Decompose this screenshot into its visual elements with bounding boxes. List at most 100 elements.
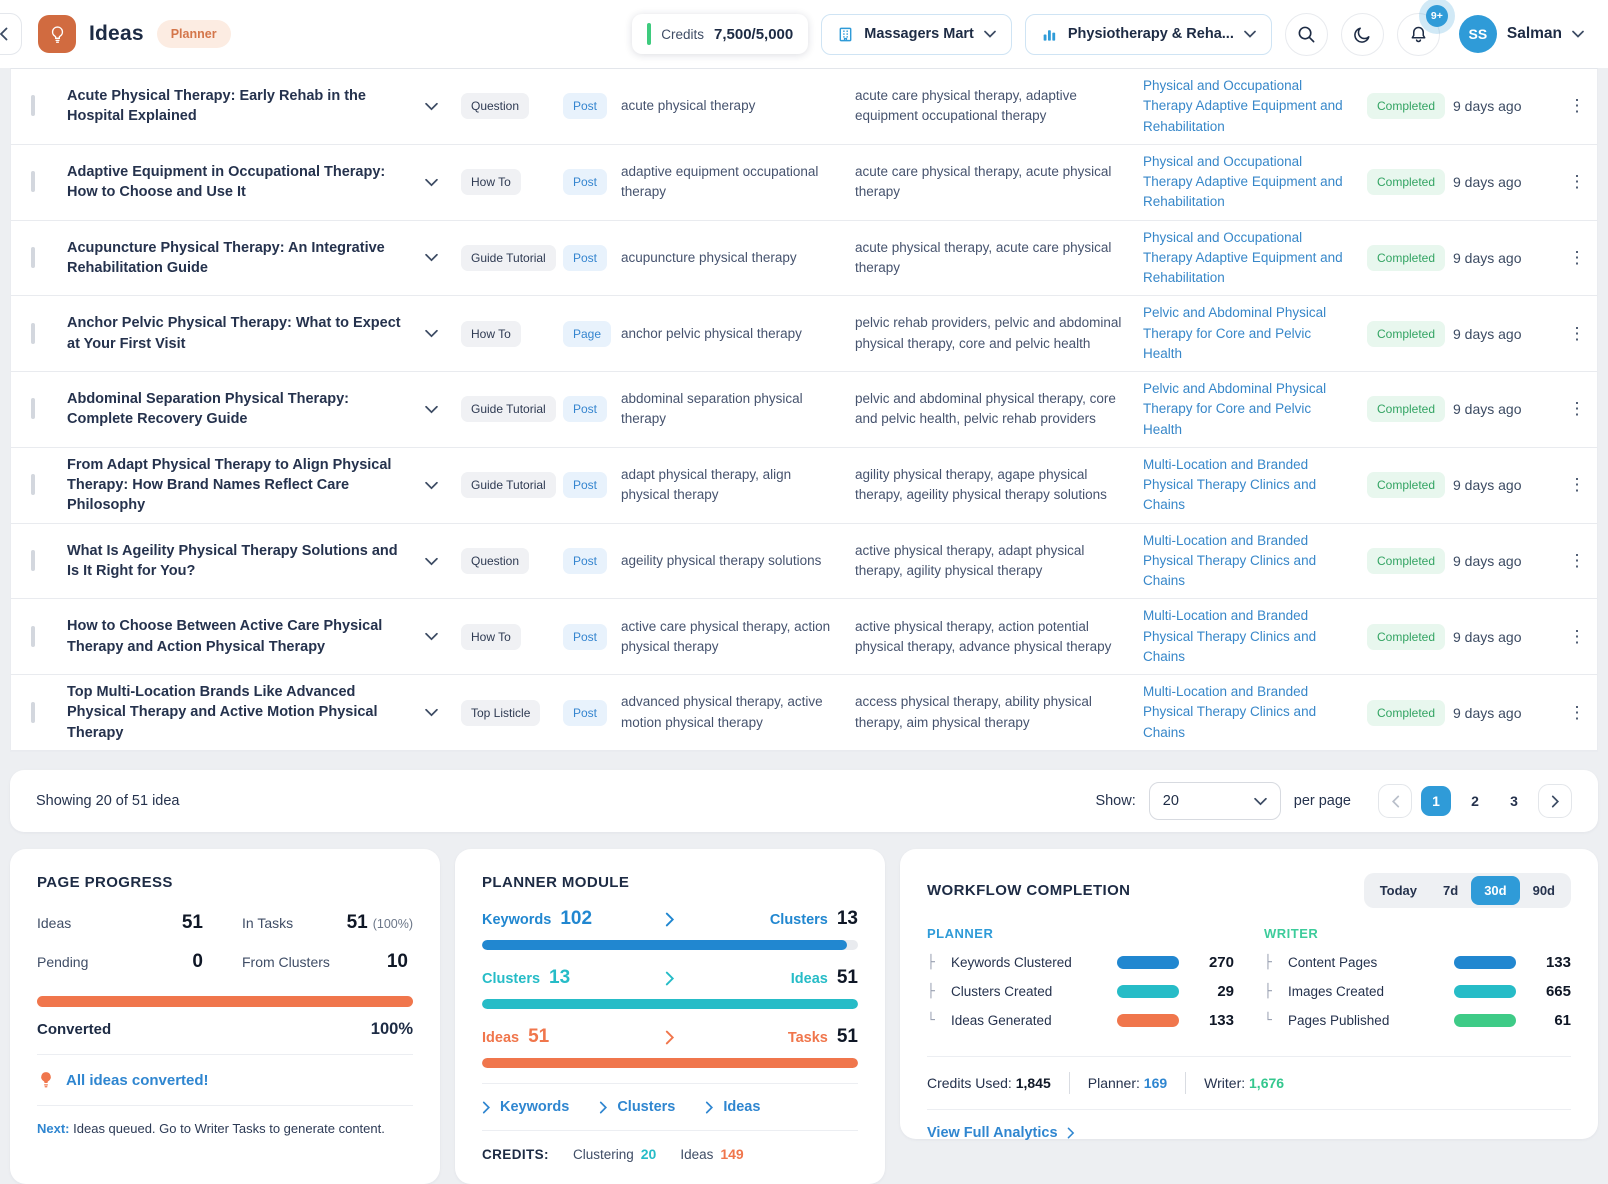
idea-title[interactable]: Adaptive Equipment in Occupational Thera… [67, 162, 425, 203]
divider [482, 1083, 858, 1084]
dark-mode-button[interactable] [1341, 13, 1384, 56]
cluster-link[interactable]: Multi-Location and Branded Physical Ther… [1143, 682, 1367, 743]
prev-page-button[interactable] [1378, 784, 1412, 818]
lightbulb-icon [37, 1070, 55, 1090]
next-text: Ideas queued. Go to Writer Tasks to gene… [73, 1121, 385, 1136]
divider [37, 1105, 413, 1106]
cluster-link[interactable]: Multi-Location and Branded Physical Ther… [1143, 455, 1367, 516]
next-step-hint: Next: Ideas queued. Go to Writer Tasks t… [37, 1121, 413, 1136]
page-number-button[interactable]: 1 [1421, 786, 1451, 816]
status-badge: Completed [1367, 396, 1445, 422]
table-row: From Adapt Physical Therapy to Align Phy… [11, 448, 1597, 524]
idea-title[interactable]: How to Choose Between Active Care Physic… [67, 616, 425, 657]
planner-quick-link[interactable]: Ideas [705, 1099, 760, 1115]
flow-progress-track [482, 940, 858, 950]
row-menu-button[interactable]: ⋮ [1557, 627, 1597, 647]
primary-keyword: adapt physical therapy, align physical t… [621, 465, 855, 506]
range-option[interactable]: 30d [1471, 876, 1519, 905]
related-keywords: pelvic and abdominal physical therapy, c… [855, 389, 1143, 430]
table-row: Abdominal Separation Physical Therapy: C… [11, 372, 1597, 448]
row-checkbox[interactable] [31, 95, 35, 116]
range-option[interactable]: Today [1367, 876, 1430, 905]
next-page-button[interactable] [1538, 784, 1572, 818]
page-number-button[interactable]: 3 [1499, 786, 1529, 816]
workflow-metric-row: ├ Keywords Clustered 270 [927, 954, 1234, 971]
table-row: Adaptive Equipment in Occupational Thera… [11, 145, 1597, 221]
flow-to-label[interactable]: Tasks [788, 1030, 828, 1046]
row-expand-chevron[interactable] [425, 708, 461, 717]
flow-to-label[interactable]: Ideas [791, 971, 828, 987]
row-menu-button[interactable]: ⋮ [1557, 703, 1597, 723]
page-size-select[interactable]: 20 [1149, 782, 1281, 820]
row-checkbox[interactable] [31, 247, 35, 268]
row-expand-chevron[interactable] [425, 557, 461, 566]
cluster-link[interactable]: Pelvic and Abdominal Physical Therapy fo… [1143, 379, 1367, 440]
cluster-link[interactable]: Multi-Location and Branded Physical Ther… [1143, 531, 1367, 592]
row-checkbox[interactable] [31, 702, 35, 723]
chevron-left-icon [1391, 795, 1400, 808]
idea-title[interactable]: Top Multi-Location Brands Like Advanced … [67, 682, 425, 743]
content-type-badge: Guide Tutorial [461, 472, 556, 498]
row-menu-button[interactable]: ⋮ [1557, 399, 1597, 419]
user-menu[interactable]: SS Salman [1459, 15, 1584, 53]
idea-title[interactable]: From Adapt Physical Therapy to Align Phy… [67, 455, 425, 516]
row-menu-button[interactable]: ⋮ [1557, 475, 1597, 495]
row-expand-chevron[interactable] [425, 481, 461, 490]
cluster-link[interactable]: Pelvic and Abdominal Physical Therapy fo… [1143, 303, 1367, 364]
page-progress-title: PAGE PROGRESS [37, 874, 413, 891]
idea-title[interactable]: Acute Physical Therapy: Early Rehab in t… [67, 86, 425, 127]
row-checkbox[interactable] [31, 398, 35, 419]
flow-chevron-right-icon [665, 971, 675, 986]
view-full-analytics-link[interactable]: View Full Analytics [927, 1125, 1571, 1141]
search-button[interactable] [1285, 13, 1328, 56]
idea-title[interactable]: What Is Ageility Physical Therapy Soluti… [67, 541, 425, 582]
row-checkbox[interactable] [31, 626, 35, 647]
flow-to-label[interactable]: Clusters [770, 912, 828, 928]
idea-title[interactable]: Anchor Pelvic Physical Therapy: What to … [67, 313, 425, 354]
row-checkbox[interactable] [31, 550, 35, 571]
flow-from-label[interactable]: Ideas [482, 1030, 519, 1046]
back-button[interactable] [0, 13, 22, 55]
cluster-link[interactable]: Physical and Occupational Therapy Adapti… [1143, 152, 1367, 213]
cluster-link[interactable]: Multi-Location and Branded Physical Ther… [1143, 606, 1367, 667]
notifications-button[interactable]: 9+ [1397, 13, 1440, 56]
metric-label: Ideas Generated [951, 1013, 1108, 1028]
row-menu-button[interactable]: ⋮ [1557, 172, 1597, 192]
row-expand-chevron[interactable] [425, 178, 461, 187]
idea-title[interactable]: Abdominal Separation Physical Therapy: C… [67, 389, 425, 430]
flow-progress-track [482, 999, 858, 1009]
row-checkbox[interactable] [31, 474, 35, 495]
row-menu-button[interactable]: ⋮ [1557, 324, 1597, 344]
idea-title[interactable]: Acupuncture Physical Therapy: An Integra… [67, 238, 425, 279]
chevron-right-icon [705, 1101, 714, 1114]
flow-from-label[interactable]: Clusters [482, 971, 540, 987]
row-expand-chevron[interactable] [425, 329, 461, 338]
planner-quick-link[interactable]: Clusters [599, 1099, 675, 1115]
flow-from-label[interactable]: Keywords [482, 912, 551, 928]
metric-bar [1454, 1014, 1516, 1027]
credit-label: Ideas [680, 1147, 713, 1162]
workspace-dropdown[interactable]: Massagers Mart [821, 14, 1012, 55]
project-dropdown[interactable]: Physiotherapy & Reha... [1025, 14, 1272, 55]
row-checkbox[interactable] [31, 171, 35, 192]
cluster-link[interactable]: Physical and Occupational Therapy Adapti… [1143, 228, 1367, 289]
tree-branch-glyph: ├ [927, 984, 942, 999]
row-menu-button[interactable]: ⋮ [1557, 248, 1597, 268]
page-number-button[interactable]: 2 [1460, 786, 1490, 816]
range-option[interactable]: 7d [1430, 876, 1471, 905]
planner-quick-link[interactable]: Keywords [482, 1099, 569, 1115]
row-expand-chevron[interactable] [425, 632, 461, 641]
all-converted-message[interactable]: All ideas converted! [37, 1070, 413, 1090]
row-expand-chevron[interactable] [425, 405, 461, 414]
row-expand-chevron[interactable] [425, 102, 461, 111]
flow-progress-fill [482, 1058, 858, 1068]
credit-item: Clustering 20 [573, 1146, 656, 1162]
range-option[interactable]: 90d [1520, 876, 1568, 905]
flow-chevron-right-icon [665, 912, 675, 927]
related-keywords: active physical therapy, adapt physical … [855, 541, 1143, 582]
row-menu-button[interactable]: ⋮ [1557, 551, 1597, 571]
row-expand-chevron[interactable] [425, 253, 461, 262]
cluster-link[interactable]: Physical and Occupational Therapy Adapti… [1143, 76, 1367, 137]
row-menu-button[interactable]: ⋮ [1557, 96, 1597, 116]
row-checkbox[interactable] [31, 323, 35, 344]
